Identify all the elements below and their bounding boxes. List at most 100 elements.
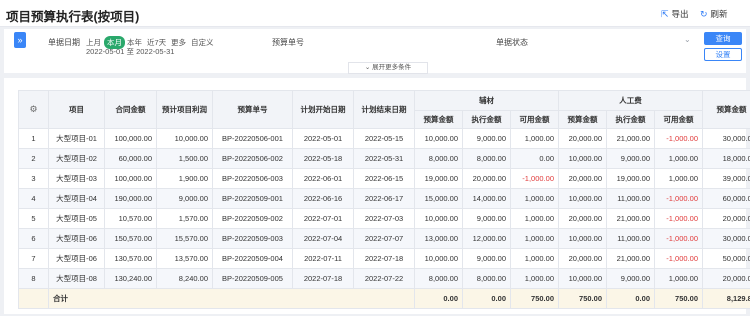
date-range[interactable]: 2022-05-01 至 2022-05-31 [86,46,174,57]
export-button[interactable]: ⇱ 导出 [661,8,689,20]
refresh-button[interactable]: ↻ 刷新 [700,8,728,20]
query-button[interactable]: 查询 [704,32,742,45]
cell-end: 2022-07-07 [353,228,415,249]
cell-m-budget: 15,000.00 [414,188,463,209]
cell-contract: 190,000.00 [104,188,157,209]
cell-contract: 100,000.00 [104,128,157,149]
status-label: 单据状态 [496,38,528,47]
budget-no-label: 预算单号 [272,38,304,47]
cell-l-budget: 20,000.00 [558,208,607,229]
cell-l-budget: 10,000.00 [558,228,607,249]
cell-budget-no: BP-20220506-001 [212,128,293,149]
cell-m-avail: 1,000.00 [510,128,559,149]
cell-end: 2022-05-15 [353,128,415,149]
cell-contract: 60,000.00 [104,148,157,169]
settings-button[interactable]: 设置 [704,48,742,61]
cell-profit: 13,570.00 [156,248,213,269]
cell-l-budget: 20,000.00 [558,128,607,149]
table-row[interactable]: 1 大型项目-01 100,000.00 10,000.00 BP-20220506-0… [18,128,750,149]
header-material-budget: 预算金额 [414,110,463,129]
cell-end: 2022-05-31 [353,148,415,169]
cell-l-budget: 20,000.00 [558,248,607,269]
expand-more-button[interactable]: ⌄ 展开更多条件 [348,62,428,74]
cell-no: 8 [18,268,49,289]
cell-project: 大型项目-06 [48,248,105,269]
table-body: 1 大型项目-01 100,000.00 10,000.00 BP-20220506-0… [18,128,750,309]
cell-total: 20,000.00 [702,268,750,289]
cell-end: 2022-07-03 [353,208,415,229]
header-labor-avail: 可用金额 [654,110,703,129]
cell-m-avail: 1,000.00 [510,188,559,209]
cell-contract: 10,570.00 [104,208,157,229]
cell-m-budget: 8,000.00 [414,268,463,289]
cell-l-avail: -1,000.00 [654,248,703,269]
summary-m-avail: 750.00 [510,288,559,309]
cell-l-exec: 19,000.00 [606,168,655,189]
table-row[interactable]: 3 大型项目-03 100,000.00 1,900.00 BP-20220506-00… [18,168,750,189]
header-project: 项目 [48,90,105,129]
cell-profit: 15,570.00 [156,228,213,249]
table-row[interactable]: 5 大型项目-05 10,570.00 1,570.00 BP-20220509-002… [18,208,750,229]
cell-total: 50,000.00 [702,248,750,269]
cell-project: 大型项目-05 [48,208,105,229]
cell-l-avail: -1,000.00 [654,128,703,149]
cell-end: 2022-06-17 [353,188,415,209]
cell-contract: 130,240.00 [104,268,157,289]
cell-m-budget: 10,000.00 [414,248,463,269]
double-chevron-icon: ⌄ [364,64,371,71]
cell-total: 30,000.00 [702,228,750,249]
cell-l-budget: 10,000.00 [558,268,607,289]
cell-total: 18,000.00 [702,148,750,169]
cell-contract: 130,570.00 [104,248,157,269]
sidebar-toggle-icon[interactable]: » [14,32,26,48]
summary-m-exec: 0.00 [462,288,511,309]
quick-date-custom[interactable]: 自定义 [191,37,214,48]
cell-m-exec: 8,000.00 [462,268,511,289]
cell-budget-no: BP-20220509-004 [212,248,293,269]
cell-l-avail: -1,000.00 [654,188,703,209]
cell-start: 2022-05-01 [292,128,354,149]
cell-budget-no: BP-20220509-005 [212,268,293,289]
cell-no: 3 [18,168,49,189]
summary-l-exec: 0.00 [606,288,655,309]
cell-project: 大型项目-08 [48,268,105,289]
chevron-down-icon[interactable]: ⌄ [684,35,691,44]
header-group-labor: 人工费 [558,90,703,111]
budget-table: ⚙ 项目 合同金额 预计项目利润 预算单号 计划开始日期 计划结束日期 辅材 人… [18,90,750,309]
cell-l-budget: 10,000.00 [558,148,607,169]
cell-end: 2022-06-15 [353,168,415,189]
table-panel: ⚙ 项目 合同金额 预计项目利润 预算单号 计划开始日期 计划结束日期 辅材 人… [4,78,750,314]
cell-start: 2022-06-16 [292,188,354,209]
table-row[interactable]: 7 大型项目-06 130,570.00 13,570.00 BP-20220509-0… [18,248,750,269]
cell-end: 2022-07-22 [353,268,415,289]
summary-l-budget: 750.00 [558,288,607,309]
table-row[interactable]: 2 大型项目-02 60,000.00 1,500.00 BP-20220506-002… [18,148,750,169]
header-material-exec: 执行金额 [462,110,511,129]
table-row[interactable]: 8 大型项目-08 130,240.00 8,240.00 BP-20220509-00… [18,268,750,289]
cell-budget-no: BP-20220506-002 [212,148,293,169]
cell-m-avail: 1,000.00 [510,228,559,249]
cell-m-avail: 1,000.00 [510,248,559,269]
gear-icon[interactable]: ⚙ [29,104,37,114]
header-budget-no: 预算单号 [212,90,293,129]
cell-no: 5 [18,208,49,229]
cell-budget-no: BP-20220506-003 [212,168,293,189]
cell-profit: 9,000.00 [156,188,213,209]
cell-m-budget: 10,000.00 [414,208,463,229]
date-label: 单据日期 [48,38,80,47]
cell-l-exec: 11,000.00 [606,188,655,209]
header-budget-amount-total: 预算金额 [702,90,750,129]
settings-column-header[interactable]: ⚙ [18,90,49,129]
cell-budget-no: BP-20220509-003 [212,228,293,249]
cell-no: 4 [18,188,49,209]
table-row[interactable]: 6 大型项目-06 150,570.00 15,570.00 BP-20220509-0… [18,228,750,249]
cell-l-avail: -1,000.00 [654,208,703,229]
table-row[interactable]: 4 大型项目-04 190,000.00 9,000.00 BP-20220509-00… [18,188,750,209]
cell-start: 2022-07-18 [292,268,354,289]
cell-l-exec: 21,000.00 [606,208,655,229]
cell-project: 大型项目-04 [48,188,105,209]
cell-m-budget: 19,000.00 [414,168,463,189]
cell-budget-no: BP-20220509-002 [212,208,293,229]
cell-m-exec: 9,000.00 [462,208,511,229]
cell-start: 2022-07-04 [292,228,354,249]
